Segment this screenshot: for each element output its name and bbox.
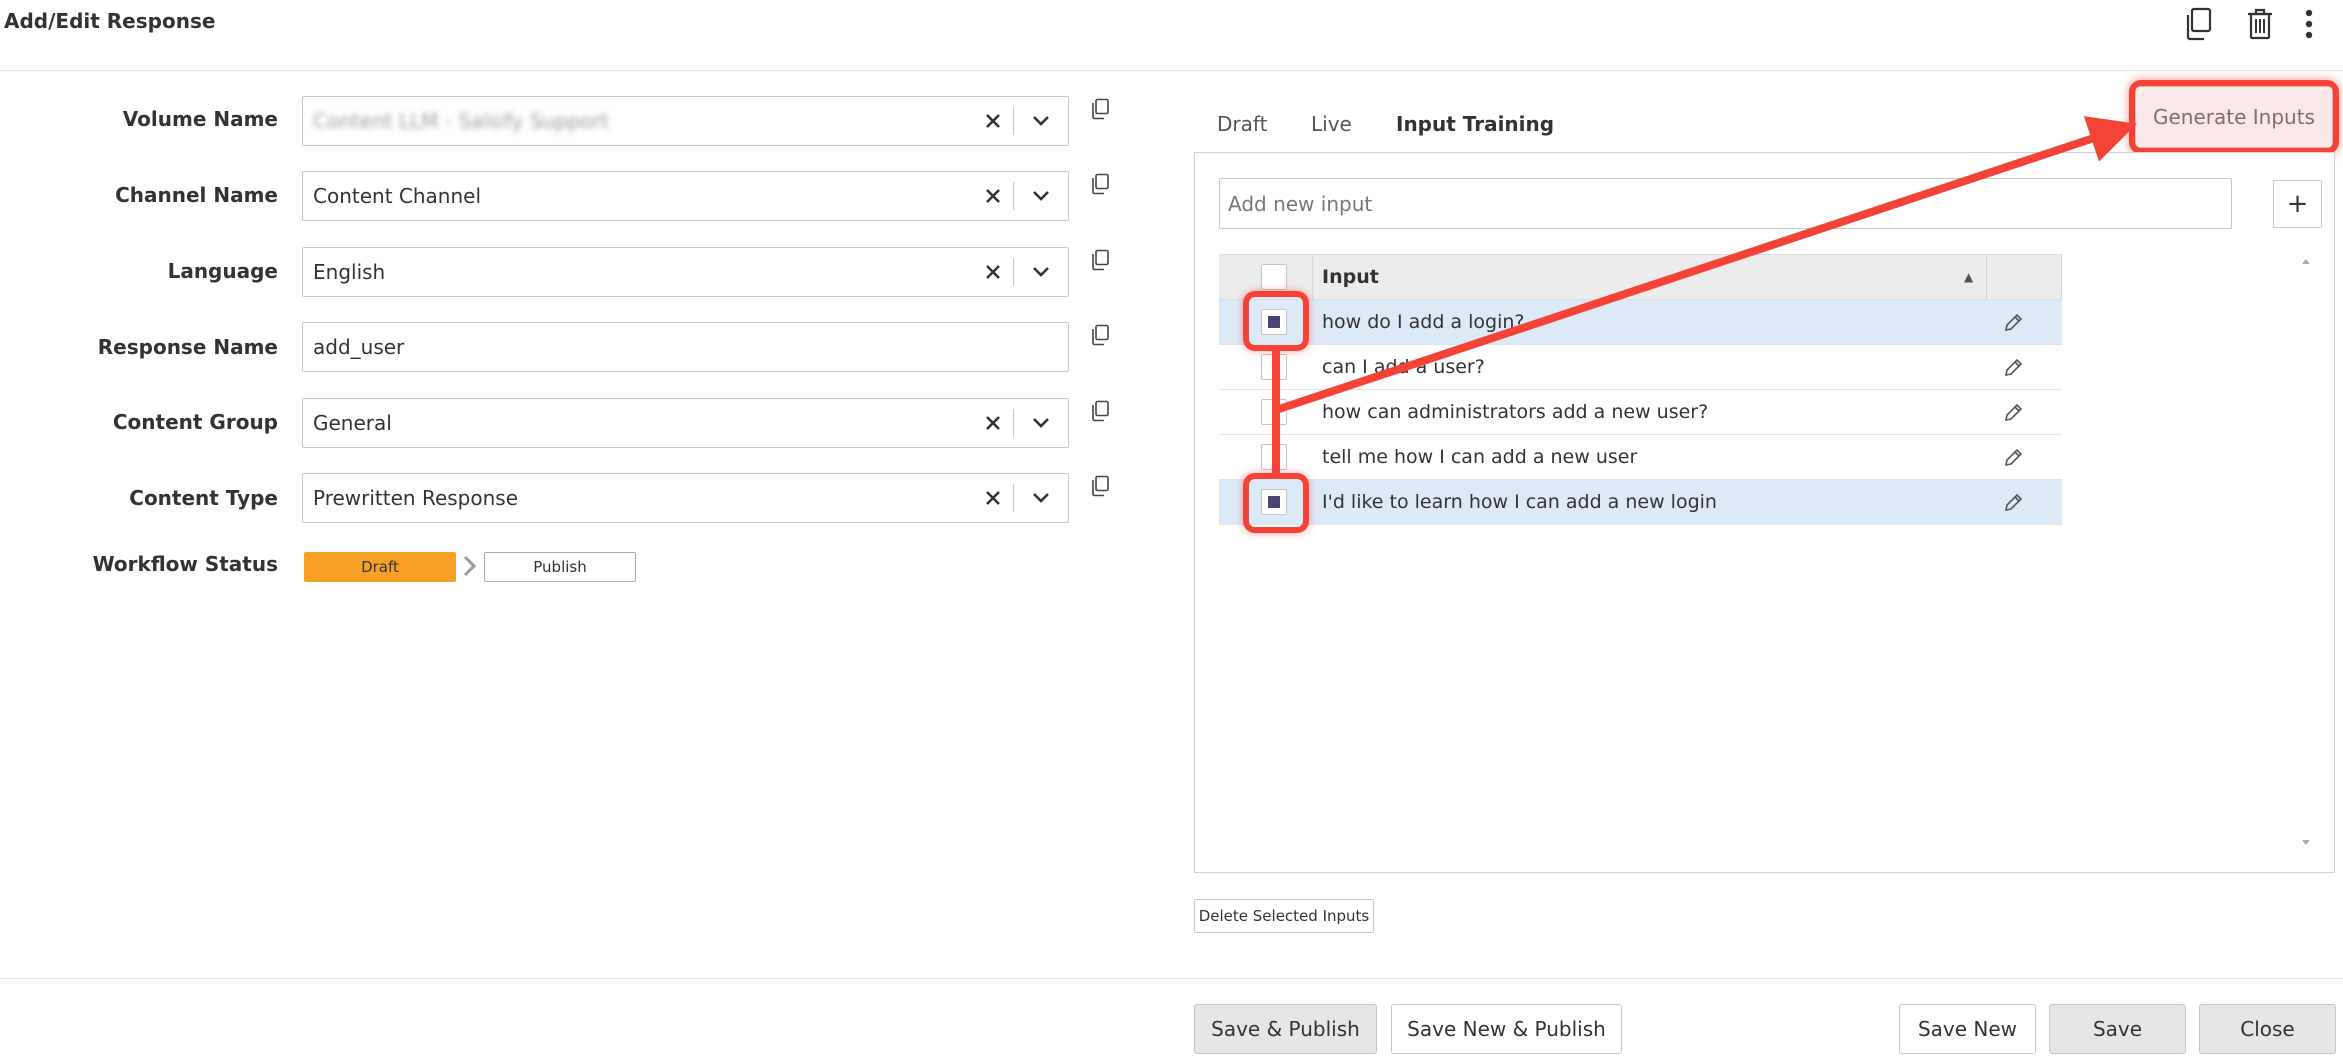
column-separator [1986, 255, 1987, 299]
tab-input-training[interactable]: Input Training [1396, 112, 1554, 136]
pencil-icon[interactable] [1999, 444, 2027, 472]
chevron-down-icon[interactable] [1014, 474, 1068, 522]
row-checkbox[interactable] [1261, 354, 1287, 380]
chevron-down-icon[interactable] [1014, 97, 1068, 145]
pencil-icon[interactable] [1999, 309, 2027, 337]
chevron-down-icon[interactable] [1014, 172, 1068, 220]
table-scrollbar[interactable] [2298, 254, 2314, 850]
channel-name-select[interactable]: Content Channel [302, 171, 1069, 221]
save-button[interactable]: Save [2049, 1004, 2186, 1054]
copy-icon[interactable] [1090, 475, 1114, 499]
volume-name-select[interactable]: Content LLM - Salsify Support [302, 96, 1069, 146]
copy-icon[interactable] [1090, 173, 1114, 197]
workflow-step-draft[interactable]: Draft [304, 552, 456, 582]
language-select[interactable]: English [302, 247, 1069, 297]
content-group-value: General [313, 411, 392, 435]
save-new-and-publish-button[interactable]: Save New & Publish [1391, 1004, 1622, 1054]
clear-icon[interactable] [973, 399, 1013, 447]
table-row[interactable]: can I add a user? [1219, 345, 2062, 390]
header-divider [0, 70, 2343, 71]
channel-name-label: Channel Name [115, 183, 278, 207]
footer-divider [0, 978, 2343, 979]
response-name-input[interactable]: add_user [302, 322, 1069, 372]
clear-icon[interactable] [973, 172, 1013, 220]
clear-icon[interactable] [973, 248, 1013, 296]
chevron-down-icon[interactable] [1014, 399, 1068, 447]
row-checkbox[interactable] [1261, 489, 1287, 515]
input-column-header[interactable]: Input [1322, 255, 1379, 299]
table-row[interactable]: I'd like to learn how I can add a new lo… [1219, 480, 2062, 525]
content-type-label: Content Type [129, 486, 278, 510]
trash-icon[interactable] [2242, 4, 2278, 44]
save-and-publish-button[interactable]: Save & Publish [1194, 1004, 1377, 1054]
duplicate-icon[interactable] [2181, 4, 2217, 44]
table-row[interactable]: tell me how I can add a new user [1219, 435, 2062, 480]
pencil-icon[interactable] [1999, 489, 2027, 517]
chevron-down-icon[interactable] [1014, 248, 1068, 296]
pencil-icon[interactable] [1999, 399, 2027, 427]
row-checkbox[interactable] [1261, 309, 1287, 335]
pencil-icon[interactable] [1999, 354, 2027, 382]
volume-name-value: Content LLM - Salsify Support [313, 109, 609, 133]
clear-icon[interactable] [973, 474, 1013, 522]
tab-draft[interactable]: Draft [1217, 112, 1267, 136]
copy-icon[interactable] [1090, 400, 1114, 424]
add-input-button[interactable]: + [2273, 180, 2322, 228]
response-name-label: Response Name [97, 335, 278, 359]
table-row[interactable]: how do I add a login? [1219, 300, 2062, 345]
new-input-field[interactable] [1219, 178, 2232, 229]
close-button[interactable]: Close [2199, 1004, 2336, 1054]
row-checkbox[interactable] [1261, 399, 1287, 425]
row-input-text: how can administrators add a new user? [1322, 401, 1709, 423]
table-row[interactable]: how can administrators add a new user? [1219, 390, 2062, 435]
column-separator [2061, 255, 2062, 299]
page-title: Add/Edit Response [4, 9, 216, 33]
row-checkbox[interactable] [1261, 444, 1287, 470]
row-input-text: I'd like to learn how I can add a new lo… [1322, 491, 1717, 513]
generate-inputs-button[interactable]: Generate Inputs [2135, 86, 2333, 148]
copy-icon[interactable] [1090, 249, 1114, 273]
column-separator [1312, 255, 1313, 299]
sort-asc-icon[interactable]: ▲ [1964, 255, 1973, 299]
content-type-select[interactable]: Prewritten Response [302, 473, 1069, 523]
select-all-checkbox[interactable] [1261, 264, 1287, 290]
content-group-label: Content Group [112, 410, 278, 434]
content-group-select[interactable]: General [302, 398, 1069, 448]
row-input-text: can I add a user? [1322, 356, 1485, 378]
row-input-text: how do I add a login? [1322, 311, 1525, 333]
workflow-status-label: Workflow Status [92, 552, 278, 576]
channel-name-value: Content Channel [313, 184, 482, 208]
response-name-value[interactable]: add_user [303, 335, 1068, 359]
chevron-right-icon [462, 554, 478, 582]
copy-icon[interactable] [1090, 324, 1114, 348]
delete-selected-inputs-button[interactable]: Delete Selected Inputs [1194, 899, 1374, 933]
copy-icon[interactable] [1090, 98, 1114, 122]
language-value: English [313, 260, 386, 284]
clear-icon[interactable] [973, 97, 1013, 145]
save-new-button[interactable]: Save New [1899, 1004, 2036, 1054]
language-label: Language [167, 259, 278, 283]
volume-name-label: Volume Name [122, 107, 278, 131]
content-type-value: Prewritten Response [313, 486, 519, 510]
tab-live[interactable]: Live [1311, 112, 1352, 136]
more-vertical-icon[interactable] [2294, 4, 2324, 44]
inputs-table-header: Input ▲ [1219, 254, 2062, 300]
workflow-step-publish[interactable]: Publish [484, 552, 636, 582]
row-input-text: tell me how I can add a new user [1322, 446, 1638, 468]
